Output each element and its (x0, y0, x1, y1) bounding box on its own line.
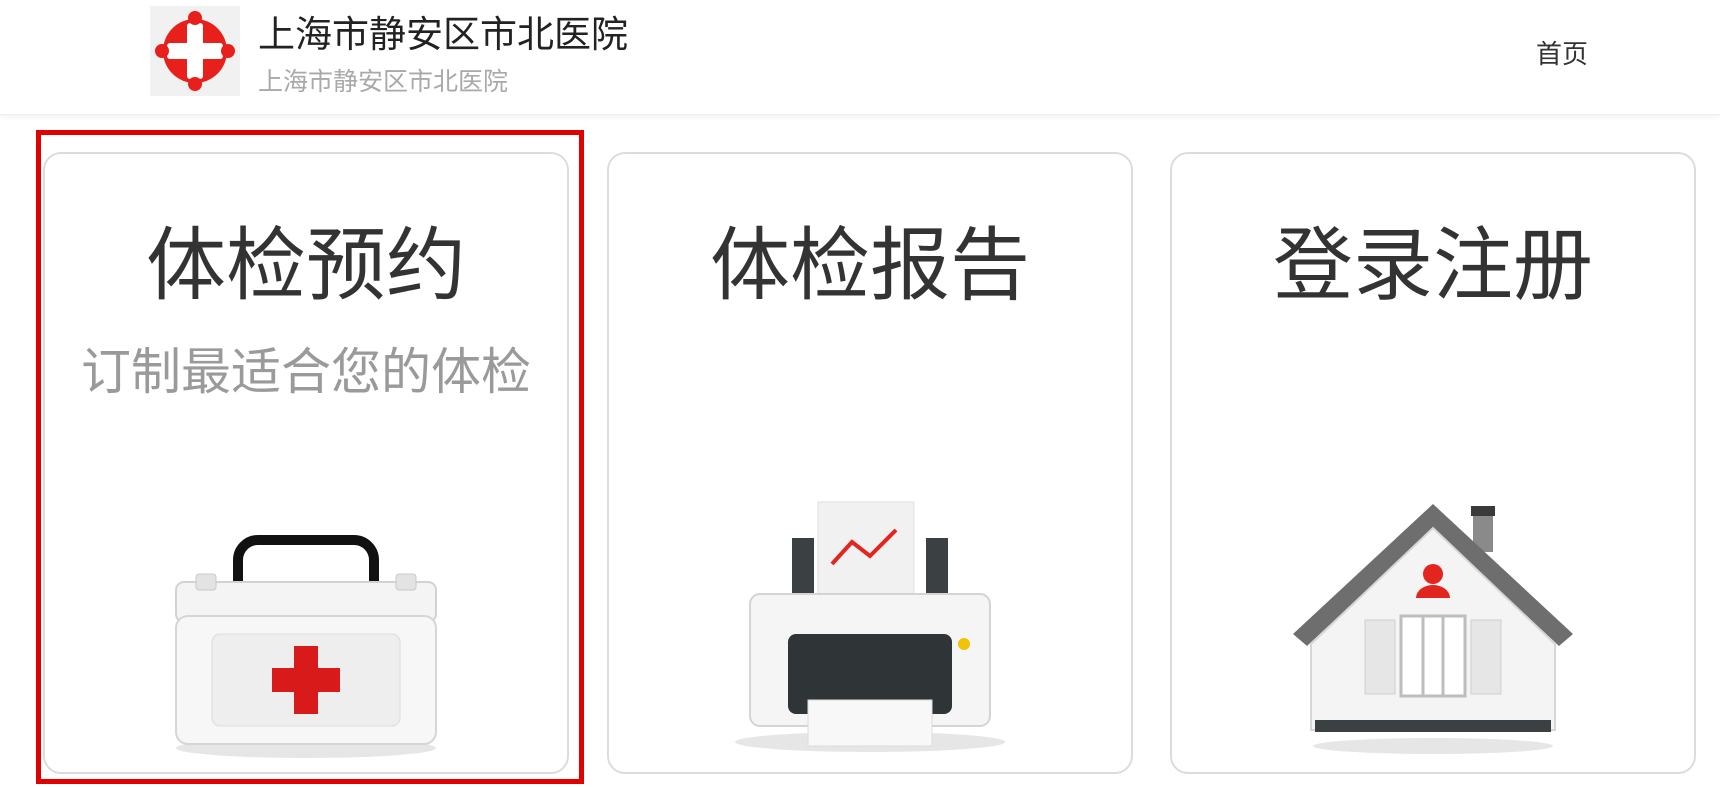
red-cross-logo-icon (155, 11, 235, 91)
card-login-register[interactable]: 登录注册 (1170, 152, 1696, 774)
card-icon-wrap (1172, 464, 1694, 764)
hospital-logo[interactable] (150, 6, 240, 96)
card-subtitle: 订制最适合您的体检 (81, 343, 531, 401)
site-header: 上海市静安区市北医院 上海市静安区市北医院 首页 (0, 0, 1720, 115)
house-user-icon (1293, 504, 1573, 754)
card-exam-report[interactable]: 体检报告 (607, 152, 1133, 774)
hospital-subtitle: 上海市静安区市北医院 (258, 67, 509, 96)
card-title: 体检报告 (710, 219, 1030, 312)
printer-report-icon (735, 501, 1005, 752)
card-title: 登录注册 (1273, 219, 1593, 312)
card-exam-booking[interactable]: 体检预约 订制最适合您的体检 (43, 152, 569, 774)
nav-home-link[interactable]: 首页 (1536, 38, 1588, 72)
card-title: 体检预约 (146, 219, 466, 312)
card-icon-wrap (45, 464, 567, 764)
hospital-name: 上海市静安区市北医院 (258, 13, 628, 56)
card-icon-wrap (609, 464, 1131, 764)
medical-kit-icon (175, 535, 437, 758)
